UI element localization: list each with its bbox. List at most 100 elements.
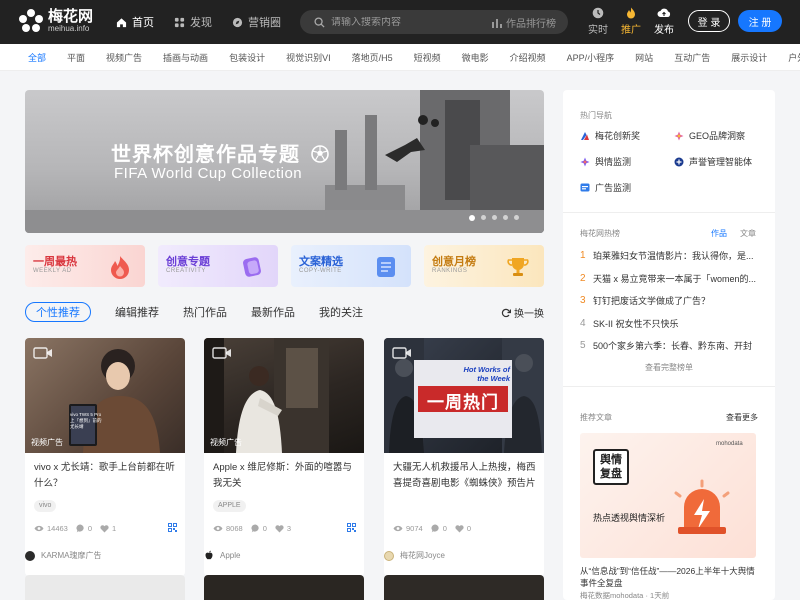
- author[interactable]: Apple: [204, 550, 240, 560]
- sidebar: 热门导航 梅花创新奖 GEO品牌洞察 舆情监测 声誉管理智能体 广告监测 梅花网…: [563, 90, 775, 600]
- view-more-link[interactable]: 查看更多: [726, 412, 758, 423]
- rank-link[interactable]: 作品排行榜: [492, 15, 556, 30]
- rank-item[interactable]: 4 SK-II 祝女性不只快乐: [580, 317, 760, 330]
- work-card[interactable]: vivo TWS 5 Pro 上『想到』前的 尤长靖 视频广告 vivo x 尤…: [25, 338, 185, 576]
- tab-popular[interactable]: 热门作品: [183, 304, 227, 320]
- article-cover-subtitle: 热点透视舆情深析: [593, 513, 666, 523]
- qr-code-icon[interactable]: [347, 523, 356, 532]
- work-card[interactable]: 视频广告 Apple x 维尼修斯：外面的喧嚣与我无关 APPLE 8068 0…: [204, 338, 364, 576]
- work-thumbnail[interactable]: Hot Works of the Week 一周热门: [384, 338, 544, 453]
- tab-personalized[interactable]: 个性推荐: [25, 302, 91, 322]
- tile-title: 创意月榜: [432, 256, 476, 268]
- flame-icon: [627, 7, 635, 19]
- work-thumbnail[interactable]: vivo TWS 5 Pro 上『想到』前的 尤长靖 视频广告: [25, 338, 185, 453]
- hero-banner[interactable]: 世界杯创意作品专题 FIFA World Cup Collection: [25, 90, 544, 233]
- rank-item[interactable]: 3 钉钉把废话文学做成了广告？: [580, 294, 760, 307]
- category-illustration[interactable]: 插画与动画: [163, 51, 208, 64]
- recommended-articles-title: 推荐文章: [580, 413, 612, 422]
- logo[interactable]: 梅花网 meihua.info: [18, 8, 93, 34]
- comment-icon: [251, 524, 259, 533]
- category-outdoor[interactable]: 户外广告: [788, 51, 800, 64]
- search-input[interactable]: [331, 16, 481, 28]
- rank-item-title: 500个家乡第六季：长春、黔东南、开封: [593, 341, 753, 351]
- tool-realtime-label: 实时: [588, 25, 608, 36]
- rank-number: 4: [580, 318, 586, 329]
- view-full-rank-link[interactable]: 查看完整榜单: [563, 362, 775, 373]
- category-video-ad[interactable]: 视频广告: [106, 51, 142, 64]
- register-button[interactable]: 注 册: [738, 10, 782, 32]
- rank-item[interactable]: 1 珀莱雅妇女节温情影片：我认得你，是...: [580, 249, 760, 262]
- work-card-next-row[interactable]: [384, 575, 544, 600]
- category-packaging[interactable]: 包装设计: [229, 51, 265, 64]
- tile-title: 创意专题: [166, 256, 210, 268]
- rank-tab-articles[interactable]: 文章: [740, 228, 756, 239]
- work-card-next-row[interactable]: [25, 575, 185, 600]
- category-short-video[interactable]: 短视频: [414, 51, 441, 64]
- hot-nav-monitor[interactable]: 舆情监测: [580, 155, 631, 168]
- tile-monthly-rank[interactable]: 创意月榜 RANKINGS: [424, 245, 544, 287]
- tool-publish[interactable]: 发布: [654, 7, 674, 36]
- tile-copywriting[interactable]: 文案精选 COPY-WRITE: [291, 245, 411, 287]
- work-title[interactable]: Apple x 维尼修斯：外面的喧嚣与我无关: [213, 460, 357, 492]
- refresh-button[interactable]: 换一换: [501, 305, 544, 320]
- carousel-dot[interactable]: [481, 215, 486, 220]
- content-tabs: 个性推荐 编辑推荐 热门作品 最新作品 我的关注 换一换: [25, 302, 544, 322]
- carousel-dot[interactable]: [514, 215, 519, 220]
- category-all[interactable]: 全部: [28, 51, 46, 64]
- author[interactable]: KARMA瑰摩广告: [25, 550, 101, 561]
- tab-editor-picks[interactable]: 编辑推荐: [115, 304, 159, 320]
- tab-latest[interactable]: 最新作品: [251, 304, 295, 320]
- category-bar: 全部 平面 视频广告 插画与动画 包装设计 视觉识别VI 落地页/H5 短视频 …: [0, 44, 800, 71]
- nav-marketing-circle[interactable]: 营销圈: [232, 14, 281, 30]
- rank-number: 5: [580, 340, 586, 351]
- category-vi[interactable]: 视觉识别VI: [286, 51, 331, 64]
- hot-nav-award[interactable]: 梅花创新奖: [580, 129, 640, 142]
- category-app[interactable]: APP/小程序: [567, 51, 615, 64]
- category-exhibition[interactable]: 展示设计: [731, 51, 767, 64]
- logo-text: 梅花网: [48, 7, 94, 25]
- carousel-dot[interactable]: [492, 215, 497, 220]
- tool-publish-label: 发布: [654, 25, 674, 36]
- carousel-dot[interactable]: [469, 215, 475, 221]
- article-cover[interactable]: 舆情 复盘 mohodata 热点透视舆情深析: [580, 433, 756, 558]
- category-intro-video[interactable]: 介绍视频: [510, 51, 546, 64]
- rank-item[interactable]: 2 天猫 x 易立竞带来一本属于「women的...: [580, 272, 760, 285]
- search-box[interactable]: 作品排行榜: [300, 10, 568, 34]
- avatar: [384, 550, 394, 561]
- brand-tag[interactable]: APPLE: [213, 500, 246, 512]
- login-button[interactable]: 登 录: [688, 10, 730, 32]
- carousel-dot[interactable]: [503, 215, 508, 220]
- work-card-next-row[interactable]: [204, 575, 364, 600]
- hot-nav-agent[interactable]: 声誉管理智能体: [674, 155, 752, 168]
- clock-icon: [592, 7, 604, 19]
- work-title[interactable]: 大疆无人机救援吊人上热搜，梅西喜提奇喜剧电影《蜘蛛侠》预告片｜一周: [393, 460, 537, 492]
- tool-realtime[interactable]: 实时: [588, 7, 608, 36]
- rank-number: 2: [580, 273, 586, 284]
- brand-tag[interactable]: vivo: [34, 500, 57, 512]
- hot-nav-geo[interactable]: GEO品牌洞察: [674, 129, 745, 142]
- work-thumbnail[interactable]: 视频广告: [204, 338, 364, 453]
- banner-title: 世界杯创意作品专题: [111, 138, 329, 167]
- category-micro-film[interactable]: 微电影: [462, 51, 489, 64]
- hot-nav-ad-monitor[interactable]: 广告监测: [580, 181, 631, 194]
- qr-code-icon[interactable]: [168, 523, 177, 532]
- award-icon: [581, 131, 589, 140]
- tab-following[interactable]: 我的关注: [319, 304, 363, 320]
- work-card[interactable]: Hot Works of the Week 一周热门 大疆无人机救援吊人上热搜，…: [384, 338, 544, 576]
- comment-count: 0: [87, 524, 93, 533]
- work-title[interactable]: vivo x 尤长靖：歌手上台前都在听什么？: [34, 460, 178, 492]
- category-website[interactable]: 网站: [635, 51, 653, 64]
- nav-discover[interactable]: 发现: [174, 14, 212, 30]
- tile-creative-topics[interactable]: 创意专题 CREATIVITY: [158, 245, 278, 287]
- category-print[interactable]: 平面: [67, 51, 85, 64]
- article-title[interactable]: 从“信息战”到“信任战”——2026上半年十大舆情事件全复盘: [580, 565, 760, 589]
- rank-item[interactable]: 5 500个家乡第六季：长春、黔东南、开封: [580, 339, 760, 352]
- tool-promote[interactable]: 推广: [621, 7, 641, 36]
- tile-weekly-hot[interactable]: 一周最热 WEEKLY AD: [25, 245, 145, 287]
- category-h5[interactable]: 落地页/H5: [352, 51, 393, 64]
- rank-tab-works[interactable]: 作品: [711, 228, 727, 239]
- nav-home[interactable]: 首页: [116, 14, 154, 30]
- document-icon: [377, 257, 395, 277]
- category-interactive-ad[interactable]: 互动广告: [674, 51, 710, 64]
- author[interactable]: 梅花网Joyce: [384, 550, 445, 561]
